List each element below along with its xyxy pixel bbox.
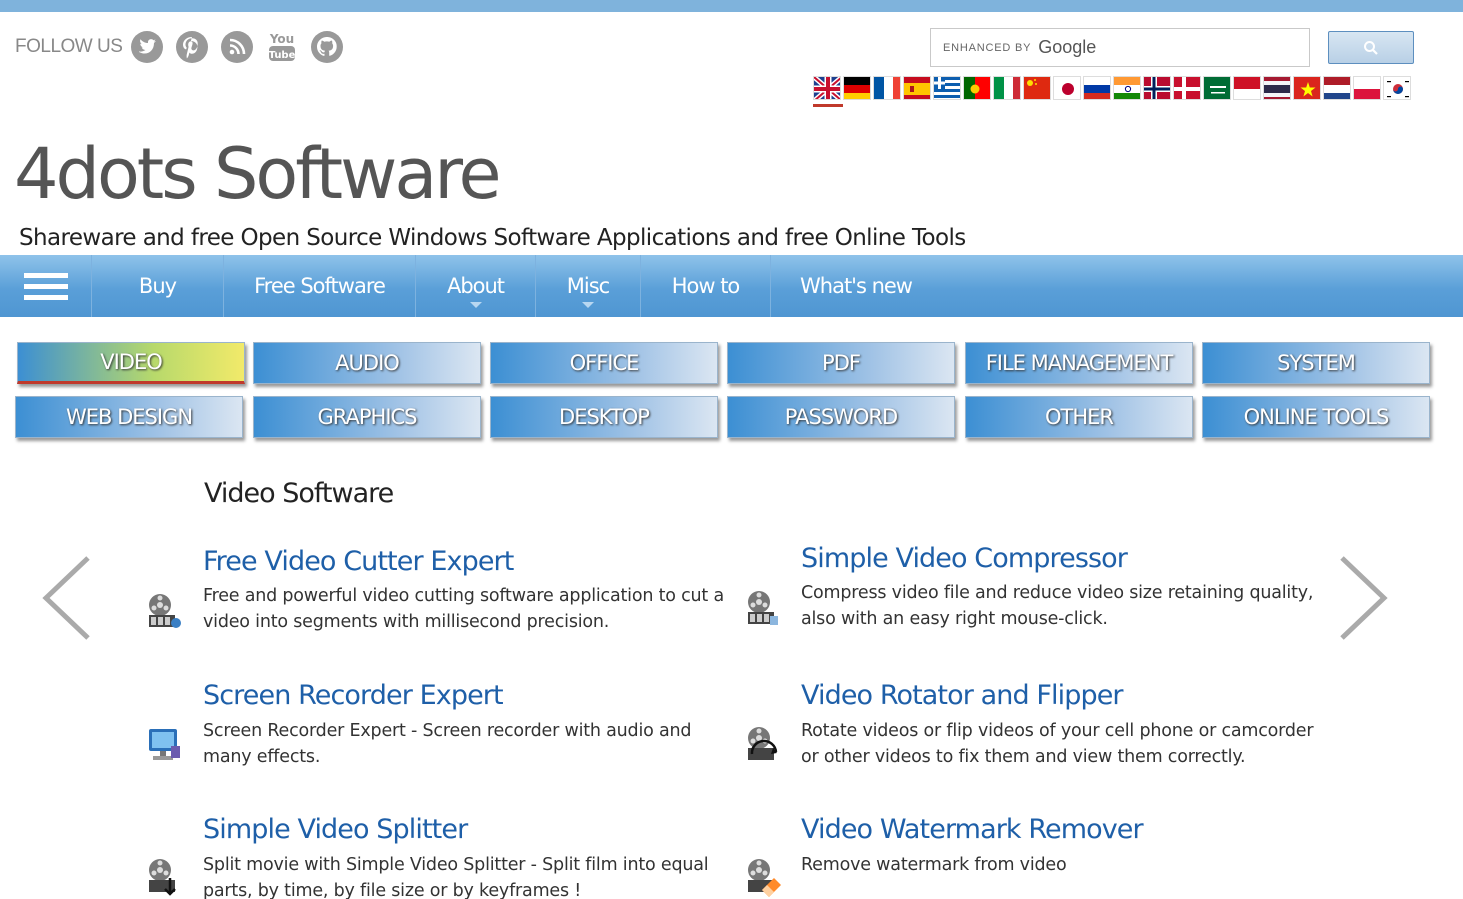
category-password[interactable]: PASSWORD xyxy=(727,396,955,438)
category-audio[interactable]: AUDIO xyxy=(253,342,481,384)
film-reel-icon[interactable] xyxy=(742,588,784,630)
flag-french-icon[interactable] xyxy=(873,76,901,100)
flag-italian-icon[interactable] xyxy=(993,76,1021,100)
youtube-icon[interactable]: You Tube xyxy=(265,30,299,64)
product-title[interactable]: Simple Video Splitter xyxy=(203,814,468,845)
search-icon xyxy=(1364,40,1378,55)
svg-text:You: You xyxy=(269,32,294,46)
nav-item-whats-new[interactable]: What's new xyxy=(771,255,941,317)
flag-german-icon[interactable] xyxy=(843,76,871,100)
category-office[interactable]: OFFICE xyxy=(490,342,718,384)
chevron-left-icon xyxy=(42,556,90,640)
flag-russian-icon[interactable] xyxy=(1083,76,1111,100)
product-title[interactable]: Simple Video Compressor xyxy=(801,543,1128,574)
follow-us-label: FOLLOW US xyxy=(15,36,123,57)
product-description: Split movie with Simple Video Splitter -… xyxy=(203,855,709,899)
product-title[interactable]: Screen Recorder Expert xyxy=(203,680,504,711)
product-title[interactable]: Video Watermark Remover xyxy=(801,814,1144,845)
flag-korean-icon[interactable] xyxy=(1383,76,1411,100)
flag-norwegian-icon[interactable] xyxy=(1143,76,1171,100)
flag-spanish-icon[interactable] xyxy=(903,76,931,100)
flag-japanese-icon[interactable] xyxy=(1053,76,1081,100)
main-navigation: Buy Free Software About Misc How to What… xyxy=(0,255,1463,317)
category-file-management[interactable]: FILE MANAGEMENT xyxy=(965,342,1193,384)
site-title[interactable]: 4dots Software xyxy=(14,132,502,216)
top-accent-bar xyxy=(0,0,1463,12)
active-language-indicator xyxy=(813,104,843,107)
category-other[interactable]: OTHER xyxy=(965,396,1193,438)
svg-text:Tube: Tube xyxy=(269,50,296,61)
split-video-icon[interactable] xyxy=(143,856,185,898)
nav-item-misc[interactable]: Misc xyxy=(536,255,641,317)
product-description: Rotate videos or flip videos of your cel… xyxy=(801,721,1314,767)
search-field[interactable]: ENHANCED BY Google xyxy=(930,28,1310,67)
flag-polish-icon[interactable] xyxy=(1353,76,1381,100)
flag-arabic-icon[interactable] xyxy=(1203,76,1231,100)
category-video[interactable]: VIDEO xyxy=(17,342,245,384)
github-icon[interactable] xyxy=(310,30,344,64)
monitor-icon[interactable] xyxy=(143,724,185,766)
search-button[interactable] xyxy=(1328,31,1414,64)
pinterest-icon[interactable] xyxy=(175,30,209,64)
category-desktop[interactable]: DESKTOP xyxy=(490,396,718,438)
flag-greek-icon[interactable] xyxy=(933,76,961,100)
category-online-tools[interactable]: ONLINE TOOLS xyxy=(1202,396,1430,438)
language-selector xyxy=(813,76,1413,100)
follow-us: FOLLOW US You Tube xyxy=(15,30,355,64)
nav-item-free-software[interactable]: Free Software xyxy=(224,255,416,317)
product-title[interactable]: Free Video Cutter Expert xyxy=(203,546,514,577)
chevron-right-icon xyxy=(1340,556,1388,640)
site-tagline: Shareware and free Open Source Windows S… xyxy=(19,225,966,251)
product-description: Screen Recorder Expert - Screen recorder… xyxy=(203,721,692,767)
flag-indonesian-icon[interactable] xyxy=(1233,76,1261,100)
flag-english-icon[interactable] xyxy=(813,76,841,100)
carousel-next-button[interactable] xyxy=(1332,548,1392,648)
product-description: Compress video file and reduce video siz… xyxy=(801,583,1314,629)
product-description: Remove watermark from video xyxy=(801,855,1067,875)
flag-hindi-icon[interactable] xyxy=(1113,76,1141,100)
carousel-prev-button[interactable] xyxy=(38,548,98,648)
flag-dutch-icon[interactable] xyxy=(1323,76,1351,100)
section-title: Video Software xyxy=(204,478,394,509)
flag-danish-icon[interactable] xyxy=(1173,76,1201,100)
nav-item-about[interactable]: About xyxy=(416,255,536,317)
rotate-video-icon[interactable] xyxy=(742,724,784,766)
hamburger-icon xyxy=(23,267,68,306)
nav-item-buy[interactable]: Buy xyxy=(92,255,224,317)
category-pdf[interactable]: PDF xyxy=(727,342,955,384)
chevron-down-icon xyxy=(469,302,482,308)
category-web-design[interactable]: WEB DESIGN xyxy=(15,396,243,438)
rss-icon[interactable] xyxy=(220,30,254,64)
chevron-down-icon xyxy=(582,302,594,308)
flag-vietnamese-icon[interactable] xyxy=(1293,76,1321,100)
eraser-video-icon[interactable] xyxy=(742,856,784,898)
nav-item-how-to[interactable]: How to xyxy=(641,255,771,317)
category-system[interactable]: SYSTEM xyxy=(1202,342,1430,384)
product-description: Free and powerful video cutting software… xyxy=(203,586,724,632)
film-reel-icon[interactable] xyxy=(143,591,185,633)
category-graphics[interactable]: GRAPHICS xyxy=(253,396,481,438)
flag-portuguese-icon[interactable] xyxy=(963,76,991,100)
hamburger-menu-button[interactable] xyxy=(0,255,92,317)
flag-chinese-icon[interactable] xyxy=(1023,76,1051,100)
flag-thai-icon[interactable] xyxy=(1263,76,1291,100)
twitter-icon[interactable] xyxy=(130,30,164,64)
product-title[interactable]: Video Rotator and Flipper xyxy=(801,680,1124,711)
